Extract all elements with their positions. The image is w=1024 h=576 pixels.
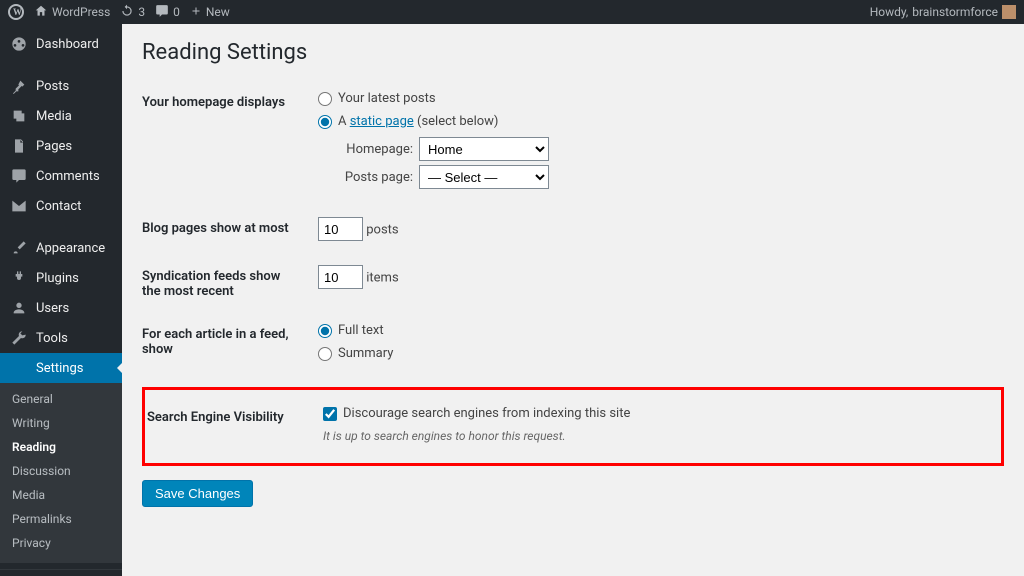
update-icon [120,4,134,21]
submenu-item-writing[interactable]: Writing [0,411,122,435]
wordpress-icon [8,4,24,20]
row-heading-syndication: Syndication feeds show the most recent [142,255,312,313]
comments-link[interactable]: 0 [155,4,180,21]
sidebar-item-label: Users [36,301,69,316]
dashboard-icon [10,35,28,53]
updates-count: 3 [138,5,145,19]
radio-summary-label: Summary [338,346,393,361]
sidebar-item-label: Dashboard [36,37,99,52]
posts-per-page-input[interactable] [318,217,363,241]
sidebar-item-users[interactable]: Users [0,293,122,323]
sidebar-item-label: Posts [36,79,69,94]
postspage-select[interactable]: — Select — [419,165,549,189]
sidebar-item-appearance[interactable]: Appearance [0,233,122,263]
homepage-select-label: Homepage: [338,142,413,157]
content-area: Reading Settings Your homepage displays … [122,24,1024,576]
radio-latest-posts[interactable] [318,92,332,106]
posts-per-rss-input[interactable] [318,265,363,289]
radio-static-page[interactable] [318,115,332,129]
comments-count: 0 [173,5,180,19]
submenu-item-privacy[interactable]: Privacy [0,531,122,555]
sidebar-item-label: Pages [36,139,72,154]
radio-latest-posts-label: Your latest posts [338,91,436,106]
checkbox-discourage-indexing-label: Discourage search engines from indexing … [343,406,630,421]
sidebar-item-comments[interactable]: Comments [0,161,122,191]
brush-icon [10,239,28,257]
posts-per-rss-unit: items [366,271,398,286]
sidebar-item-contact[interactable]: Contact [0,191,122,221]
sidebar-item-label: Media [36,109,72,124]
sidebar-item-pages[interactable]: Pages [0,131,122,161]
plus-icon [190,5,202,20]
wrench-icon [10,329,28,347]
media-icon [10,107,28,125]
page-icon [10,137,28,155]
sidebar-item-dashboard[interactable]: Dashboard [0,29,122,59]
sidebar-item-plugins[interactable]: Plugins [0,263,122,293]
submenu-item-discussion[interactable]: Discussion [0,459,122,483]
howdy-user: brainstormforce [912,5,998,19]
radio-summary[interactable] [318,347,332,361]
mail-icon [10,197,28,215]
comment-icon [10,167,28,185]
sidebar-item-label: Appearance [36,241,105,256]
home-icon [34,4,48,21]
postspage-select-label: Posts page: [338,170,413,185]
sidebar-separator [0,224,122,230]
user-icon [10,299,28,317]
site-name-link[interactable]: WordPress [34,4,110,21]
new-content-link[interactable]: New [190,5,230,20]
submenu-item-media[interactable]: Media [0,483,122,507]
highlight-search-visibility: Search Engine Visibility Discourage sear… [142,387,1004,466]
sidebar-item-label: Plugins [36,271,79,286]
my-account-link[interactable]: Howdy, brainstormforce [870,5,1016,19]
row-heading-feedarticle: For each article in a feed, show [142,313,312,383]
sidebar-item-label: Settings [36,361,83,376]
sidebar-item-media[interactable]: Media [0,101,122,131]
submenu-item-general[interactable]: General [0,387,122,411]
radio-full-text[interactable] [318,324,332,338]
submenu-item-reading[interactable]: Reading [0,435,122,459]
collapse-menu[interactable]: Collapse menu [0,569,122,576]
sidebar-item-tools[interactable]: Tools [0,323,122,353]
row-heading-homepage: Your homepage displays [142,81,312,207]
new-label: New [206,5,230,19]
settings-submenu: General Writing Reading Discussion Media… [0,383,122,563]
sidebar-item-label: Contact [36,199,81,214]
radio-static-page-label: A static page (select below) [338,114,498,129]
pin-icon [10,77,28,95]
sidebar-item-label: Tools [36,331,68,346]
homepage-select[interactable]: Home [419,137,549,161]
radio-full-text-label: Full text [338,323,384,338]
wp-logo[interactable] [8,4,24,20]
comment-icon [155,4,169,21]
page-title: Reading Settings [142,40,1004,65]
howdy-prefix: Howdy, [870,5,909,19]
sidebar-item-settings[interactable]: Settings [0,353,122,383]
sliders-icon [10,359,28,377]
static-page-link[interactable]: static page [350,114,414,129]
search-visibility-description: It is up to search engines to honor this… [323,429,993,443]
sidebar-separator [0,62,122,68]
save-button[interactable]: Save Changes [142,480,253,507]
sidebar-item-posts[interactable]: Posts [0,71,122,101]
posts-per-page-unit: posts [366,223,398,238]
updates-link[interactable]: 3 [120,4,145,21]
sidebar-item-label: Comments [36,169,100,184]
plugin-icon [10,269,28,287]
admin-bar: WordPress 3 0 New Howdy, brainstormforce [0,0,1024,24]
row-heading-blogpages: Blog pages show at most [142,207,312,255]
checkbox-discourage-indexing[interactable] [323,407,337,421]
avatar [1002,5,1016,19]
admin-sidebar: Dashboard Posts Media Pages Comments Con… [0,24,122,576]
site-name: WordPress [52,5,110,19]
row-heading-search-visibility: Search Engine Visibility [147,396,317,457]
submenu-item-permalinks[interactable]: Permalinks [0,507,122,531]
